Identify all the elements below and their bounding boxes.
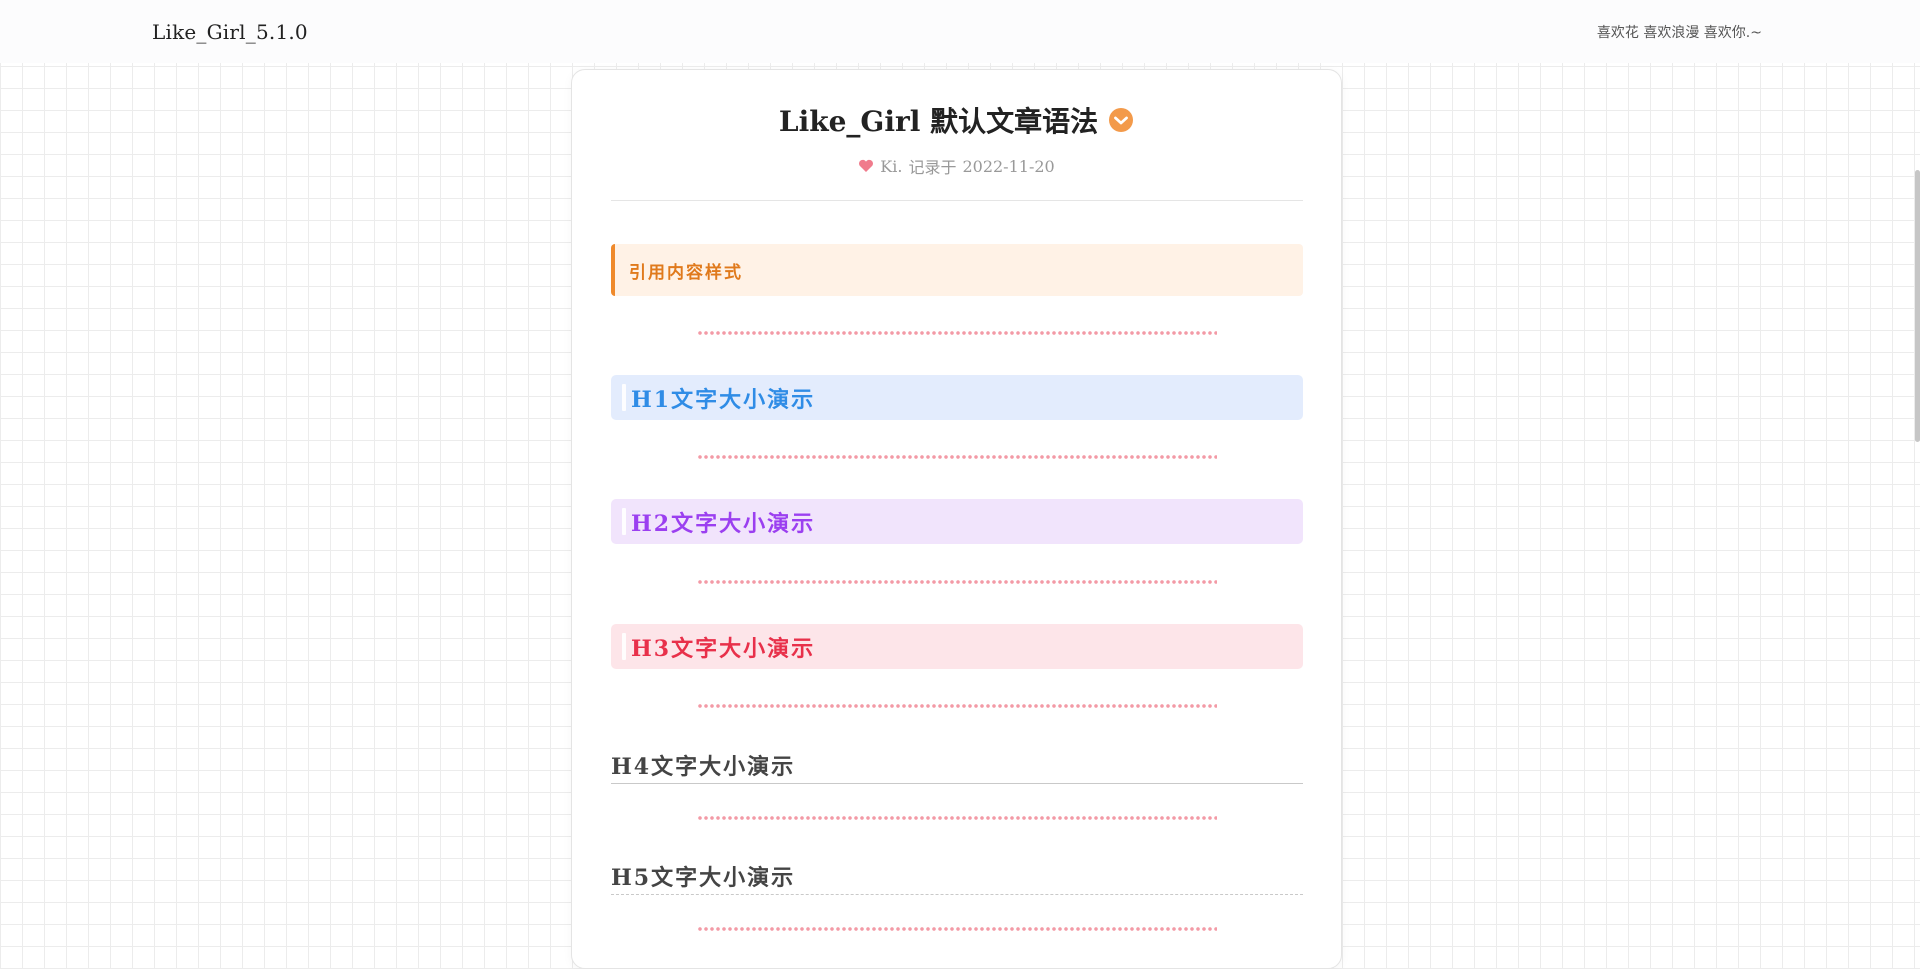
heading-h3: H3文字大小演示 bbox=[611, 624, 1303, 669]
site-slogan: 喜欢花 喜欢浪漫 喜欢你.~ bbox=[1596, 24, 1762, 41]
dotted-separator bbox=[697, 455, 1217, 459]
page-scrollbar[interactable] bbox=[1915, 170, 1920, 442]
article-card: Like_Girl 默认文章语法 Ki. 记录于 2022-11-20 引用内容… bbox=[571, 69, 1342, 969]
recorded-label: 记录于 bbox=[908, 158, 957, 177]
heading-h1: H1文字大小演示 bbox=[611, 375, 1303, 420]
heart-icon bbox=[859, 159, 874, 172]
article-title-text: Like_Girl 默认文章语法 bbox=[778, 105, 1099, 138]
heading-h5: H5文字大小演示 bbox=[611, 860, 1303, 895]
check-circle-icon bbox=[1109, 108, 1134, 132]
dotted-separator bbox=[697, 816, 1217, 820]
article-date: 2022-11-20 bbox=[962, 156, 1055, 176]
dotted-separator bbox=[697, 704, 1217, 708]
site-brand[interactable]: Like_Girl_5.1.0 bbox=[152, 20, 308, 44]
dotted-separator bbox=[697, 927, 1217, 931]
article-title: Like_Girl 默认文章语法 bbox=[572, 100, 1341, 140]
heading-h4: H4文字大小演示 bbox=[611, 749, 1303, 784]
article-author: Ki. bbox=[880, 156, 903, 176]
title-divider bbox=[611, 200, 1303, 201]
dotted-separator bbox=[697, 580, 1217, 584]
heading-h2: H2文字大小演示 bbox=[611, 499, 1303, 544]
top-navbar: Like_Girl_5.1.0 喜欢花 喜欢浪漫 喜欢你.~ bbox=[0, 0, 1920, 63]
article-meta: Ki. 记录于 2022-11-20 bbox=[572, 154, 1341, 178]
dotted-separator bbox=[697, 331, 1217, 335]
blockquote: 引用内容样式 bbox=[611, 244, 1303, 296]
